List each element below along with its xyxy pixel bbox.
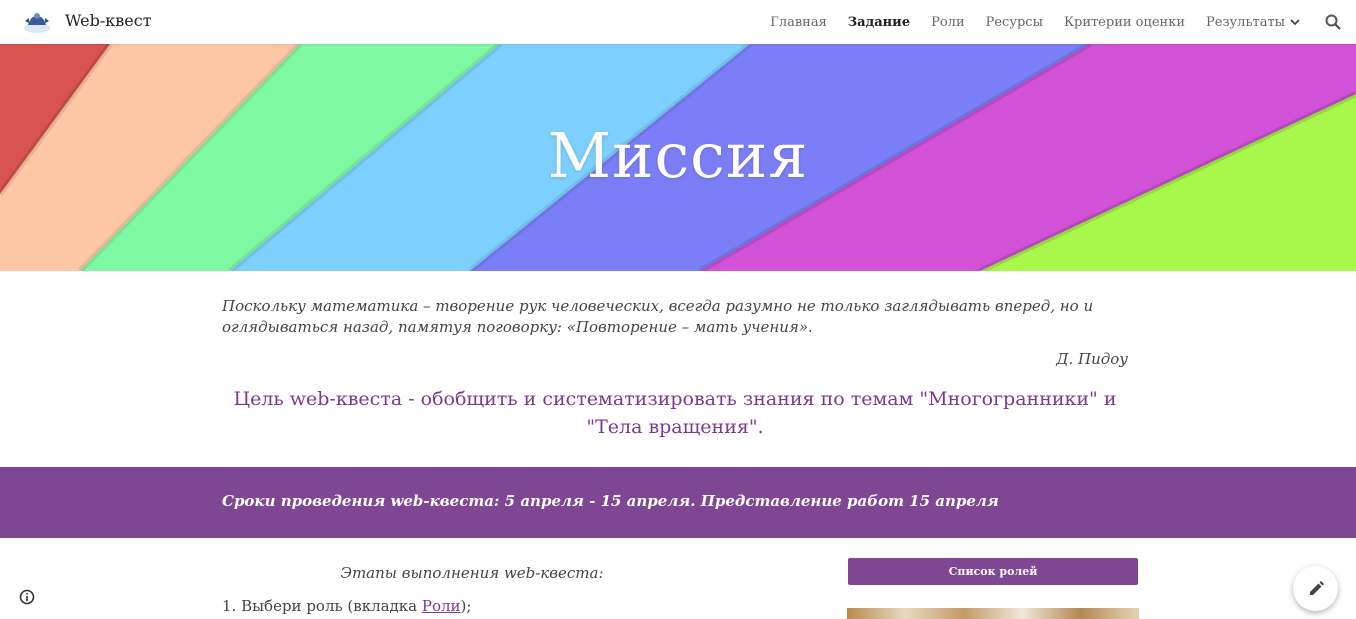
chevron-down-icon	[1290, 19, 1300, 26]
step1-suffix: );	[460, 597, 472, 615]
nav-item-resources[interactable]: Ресурсы	[986, 15, 1043, 30]
main-nav: Главная Задание Роли Ресурсы Критерии оц…	[749, 0, 1356, 44]
search-icon[interactable]	[1324, 13, 1342, 31]
site-title[interactable]: Web-квест	[65, 11, 152, 30]
deadline-strip: Сроки проведения web-квеста: 5 апреля - …	[0, 467, 1356, 538]
quest-goal-line1: Цель web-квеста - обобщить и систематизи…	[233, 388, 1117, 410]
nav-item-results[interactable]: Результаты	[1206, 15, 1302, 30]
nav-item-criteria[interactable]: Критерии оценки	[1064, 15, 1185, 30]
site-logo-icon[interactable]	[22, 9, 52, 35]
hero-banner: Миссия	[0, 44, 1356, 271]
stages-title: Этапы выполнения web-квеста:	[340, 564, 604, 582]
epigraph-quote: Поскольку математика – творение рук чело…	[222, 297, 1094, 336]
roles-list-button[interactable]: Список ролей	[848, 558, 1138, 585]
edit-button[interactable]	[1293, 566, 1338, 611]
deadline-text: Сроки проведения web-квеста: 5 апреля - …	[222, 492, 999, 510]
nav-item-task[interactable]: Задание	[848, 15, 910, 30]
roles-image	[847, 608, 1139, 619]
pencil-icon	[1309, 580, 1324, 595]
stage-step-1: 1. Выбери роль (вкладка Роли);	[222, 597, 471, 615]
info-icon[interactable]	[19, 589, 35, 605]
nav-item-roles[interactable]: Роли	[931, 15, 965, 30]
step1-prefix: 1. Выбери роль (вкладка	[222, 597, 422, 615]
roles-link[interactable]: Роли	[422, 597, 461, 615]
nav-item-results-label: Результаты	[1206, 14, 1285, 30]
top-bar: Web-квест Главная Задание Роли Ресурсы К…	[0, 0, 1356, 44]
epigraph-author: Д. Пидоу	[1056, 350, 1128, 368]
nav-item-home[interactable]: Главная	[770, 15, 827, 30]
page-title: Миссия	[547, 119, 809, 192]
quest-goal: Цель web-квеста - обобщить и систематизи…	[222, 385, 1128, 441]
quest-goal-line2: "Тела вращения".	[586, 416, 764, 438]
